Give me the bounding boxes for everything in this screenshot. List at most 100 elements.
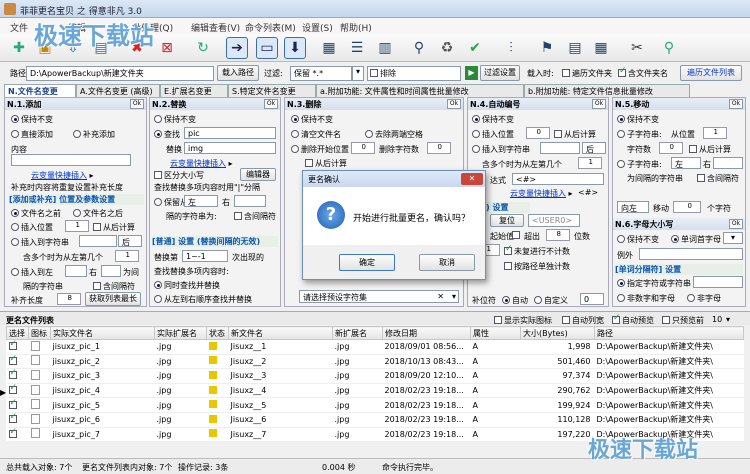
filter-dropdown-icon[interactable]: ▾ bbox=[352, 66, 364, 81]
autonum-var-insert[interactable]: 云变量快捷插入 ▸ bbox=[510, 188, 573, 199]
rename-selected-icon[interactable]: ▭ bbox=[256, 37, 278, 59]
move-substr2-radio[interactable]: 子字符串: bbox=[617, 159, 662, 170]
move-count-spinner[interactable]: 0 bbox=[673, 201, 701, 213]
move-from-pos-spinner[interactable]: 1 bbox=[703, 127, 727, 139]
menu-settings[interactable]: 设置(S) bbox=[302, 21, 333, 34]
col-attr[interactable]: 属性 bbox=[470, 326, 521, 340]
panel-delete-ok-button[interactable]: Ok bbox=[447, 99, 461, 109]
row-checkbox[interactable] bbox=[8, 427, 17, 438]
move-direction-dropdown[interactable]: 向左 bbox=[617, 201, 649, 213]
tab-extension[interactable]: E.扩展名变更 bbox=[160, 84, 228, 97]
between-right-input[interactable] bbox=[234, 195, 266, 207]
col-size[interactable]: 大小(Bytes) bbox=[520, 326, 595, 340]
add-right-input[interactable] bbox=[101, 265, 121, 277]
col-path[interactable]: 路径 bbox=[594, 326, 744, 340]
table-row[interactable]: jisuxz_pic_1.jpgJisuxz__1.jpg2018/09/01 … bbox=[6, 339, 744, 355]
traverse-folder-checkbox[interactable]: 遍历文件夹 bbox=[562, 68, 612, 79]
autonum-skip-checkbox[interactable]: 未复进行不计数 bbox=[504, 244, 570, 257]
preview-only-checkbox[interactable]: 只预览前 bbox=[662, 315, 704, 326]
remove-space-radio[interactable]: 去除两端空格 bbox=[365, 129, 423, 140]
autonum-user-dropdown[interactable]: <USER0> bbox=[528, 214, 580, 227]
add-file-icon[interactable]: ✚ bbox=[8, 37, 30, 59]
preview-count[interactable]: 10 bbox=[712, 315, 722, 324]
panel-add-ok-button[interactable]: Ok bbox=[130, 99, 144, 109]
row-checkbox[interactable] bbox=[8, 398, 17, 409]
row-select[interactable] bbox=[6, 368, 29, 384]
case-mode-dropdown-icon[interactable]: ▾ bbox=[723, 232, 743, 244]
simultaneous-radio[interactable]: 同时查找并替换 bbox=[154, 280, 220, 291]
menu-help[interactable]: 帮助(H) bbox=[340, 21, 372, 34]
autonum-insert-char-radio[interactable]: 插入到字符串 bbox=[472, 144, 530, 155]
dialog-close-icon[interactable]: ✕ bbox=[461, 173, 483, 185]
autonum-keep-radio[interactable]: 保持不变 bbox=[472, 114, 514, 125]
equalizer-icon[interactable]: ⫶ bbox=[500, 37, 522, 59]
preview-dropdown-icon[interactable]: ▾ bbox=[726, 315, 730, 324]
editor-button[interactable]: 编辑器 bbox=[240, 168, 276, 181]
tab-filename-advanced[interactable]: A.文件名变更 (高级) bbox=[76, 84, 160, 97]
case-specify-radio[interactable]: 指定字符或字符串 bbox=[617, 278, 691, 289]
panel-autonumber-ok-button[interactable]: Ok bbox=[592, 99, 606, 109]
auto-width-checkbox[interactable]: 自动列宽 bbox=[562, 315, 604, 326]
row-select[interactable] bbox=[6, 397, 29, 413]
between-contain-checkbox[interactable]: 含间隔符 bbox=[234, 211, 276, 222]
menu-view[interactable]: 编辑查看(V) bbox=[191, 21, 240, 34]
replace-nth-input[interactable]: 1~-1 bbox=[182, 250, 228, 262]
add-insert-pos-spinner[interactable]: 1 bbox=[65, 220, 89, 232]
keep-between-radio[interactable]: 保留从 bbox=[154, 197, 188, 208]
tab-file-info[interactable]: b.附加功能: 特定文件信息批量修改 bbox=[524, 84, 690, 97]
filter-settings-button[interactable]: 过滤设置 bbox=[480, 65, 520, 81]
pin-icon[interactable]: ⚲ bbox=[658, 37, 680, 59]
add-keep-radio[interactable]: 保持不变 bbox=[11, 114, 53, 125]
table-row[interactable]: jisuxz_pic_6.jpgJisuxz__6.jpg2018/02/23 … bbox=[6, 412, 744, 428]
details-icon[interactable]: ▥ bbox=[374, 37, 396, 59]
autonum-after-dropdown[interactable]: 后 bbox=[582, 142, 606, 154]
table-row[interactable]: jisuxz_pic_2.jpgJisuxz__2.jpg2018/10/13 … bbox=[6, 354, 744, 370]
move-right-input[interactable] bbox=[713, 157, 743, 169]
autonum-by-dir-checkbox[interactable]: 按路径单独计数 bbox=[504, 261, 570, 272]
autonum-from-end-checkbox[interactable]: 从后计算 bbox=[554, 129, 596, 140]
tab-specific-filename[interactable]: S.特定文件名变更 bbox=[228, 84, 316, 97]
grid-icon[interactable]: ▦ bbox=[318, 37, 340, 59]
delete-list-icon[interactable]: ⊠ bbox=[156, 37, 178, 59]
add-insert-at-radio[interactable]: 插入到左 bbox=[11, 267, 53, 278]
autonum-insert-char-input[interactable] bbox=[540, 142, 580, 154]
refresh-icon[interactable]: ↻ bbox=[192, 37, 214, 59]
panel-replace-ok-button[interactable]: Ok bbox=[264, 99, 278, 109]
move-down-icon[interactable]: ⬇ bbox=[284, 37, 306, 59]
menu-commands[interactable]: 命令列表(M) bbox=[245, 21, 296, 34]
case-sensitive-checkbox[interactable]: 区分大小写 bbox=[154, 170, 204, 181]
add-insert-char-radio[interactable]: 插入到字符串 bbox=[11, 237, 69, 248]
auto-preview-checkbox[interactable]: 自动预览 bbox=[612, 313, 654, 326]
row-checkbox[interactable] bbox=[8, 383, 17, 395]
case-first-upper-radio[interactable]: 单词首字母 bbox=[671, 234, 721, 245]
case-non-digit-radio[interactable]: 非数字和字母 bbox=[617, 293, 675, 304]
move-contain-checkbox[interactable]: 含间隔符 bbox=[697, 173, 739, 184]
add-before-radio[interactable]: 文件名之前 bbox=[11, 208, 61, 219]
replace-find-radio[interactable]: 查找 bbox=[154, 129, 180, 140]
filter-input[interactable]: 保留 *.* bbox=[290, 66, 352, 81]
delete-pos-radio[interactable]: 删除开始位置 bbox=[291, 144, 349, 155]
delete-from-end-checkbox[interactable]: 从后计算 bbox=[305, 158, 347, 169]
add-var-insert[interactable]: 云变量快捷插入 ▸ bbox=[31, 170, 94, 181]
show-icon-checkbox[interactable]: 显示实际图标 bbox=[494, 315, 552, 326]
autonum-multi-spinner[interactable]: 1 bbox=[578, 157, 602, 169]
row-select[interactable] bbox=[6, 383, 29, 399]
autonum-expr-input[interactable]: <#> bbox=[512, 173, 604, 185]
tab-attributes[interactable]: a.附加功能: 文件属性和时间属性批量修改 bbox=[316, 84, 524, 97]
traverse-list-button[interactable]: 遍历文件列表 bbox=[680, 65, 742, 81]
col-actual-name[interactable]: 实际文件名 bbox=[50, 326, 155, 340]
clear-name-radio[interactable]: 清空文件名 bbox=[291, 129, 341, 140]
add-contain-sep-checkbox[interactable]: 含间隔符 bbox=[93, 281, 135, 292]
get-longest-button[interactable]: 获取列表最长 bbox=[85, 292, 141, 306]
replace-var-insert[interactable]: 云变量快捷插入 ▸ bbox=[170, 158, 233, 169]
add-content-input[interactable] bbox=[11, 154, 131, 166]
check-icon[interactable]: ✔ bbox=[464, 37, 486, 59]
flag-icon[interactable]: ⚑ bbox=[536, 37, 558, 59]
move-left-input[interactable]: 左 bbox=[671, 157, 701, 169]
delete-pos-spinner[interactable]: 0 bbox=[351, 142, 375, 154]
menu-file[interactable]: 文件 bbox=[10, 21, 28, 34]
row-checkbox[interactable] bbox=[8, 340, 17, 351]
col-actual-ext[interactable]: 实际扩展名 bbox=[154, 326, 207, 340]
col-new-name[interactable]: 新文件名 bbox=[228, 326, 333, 340]
cancel-button[interactable]: 取消 bbox=[419, 254, 475, 271]
